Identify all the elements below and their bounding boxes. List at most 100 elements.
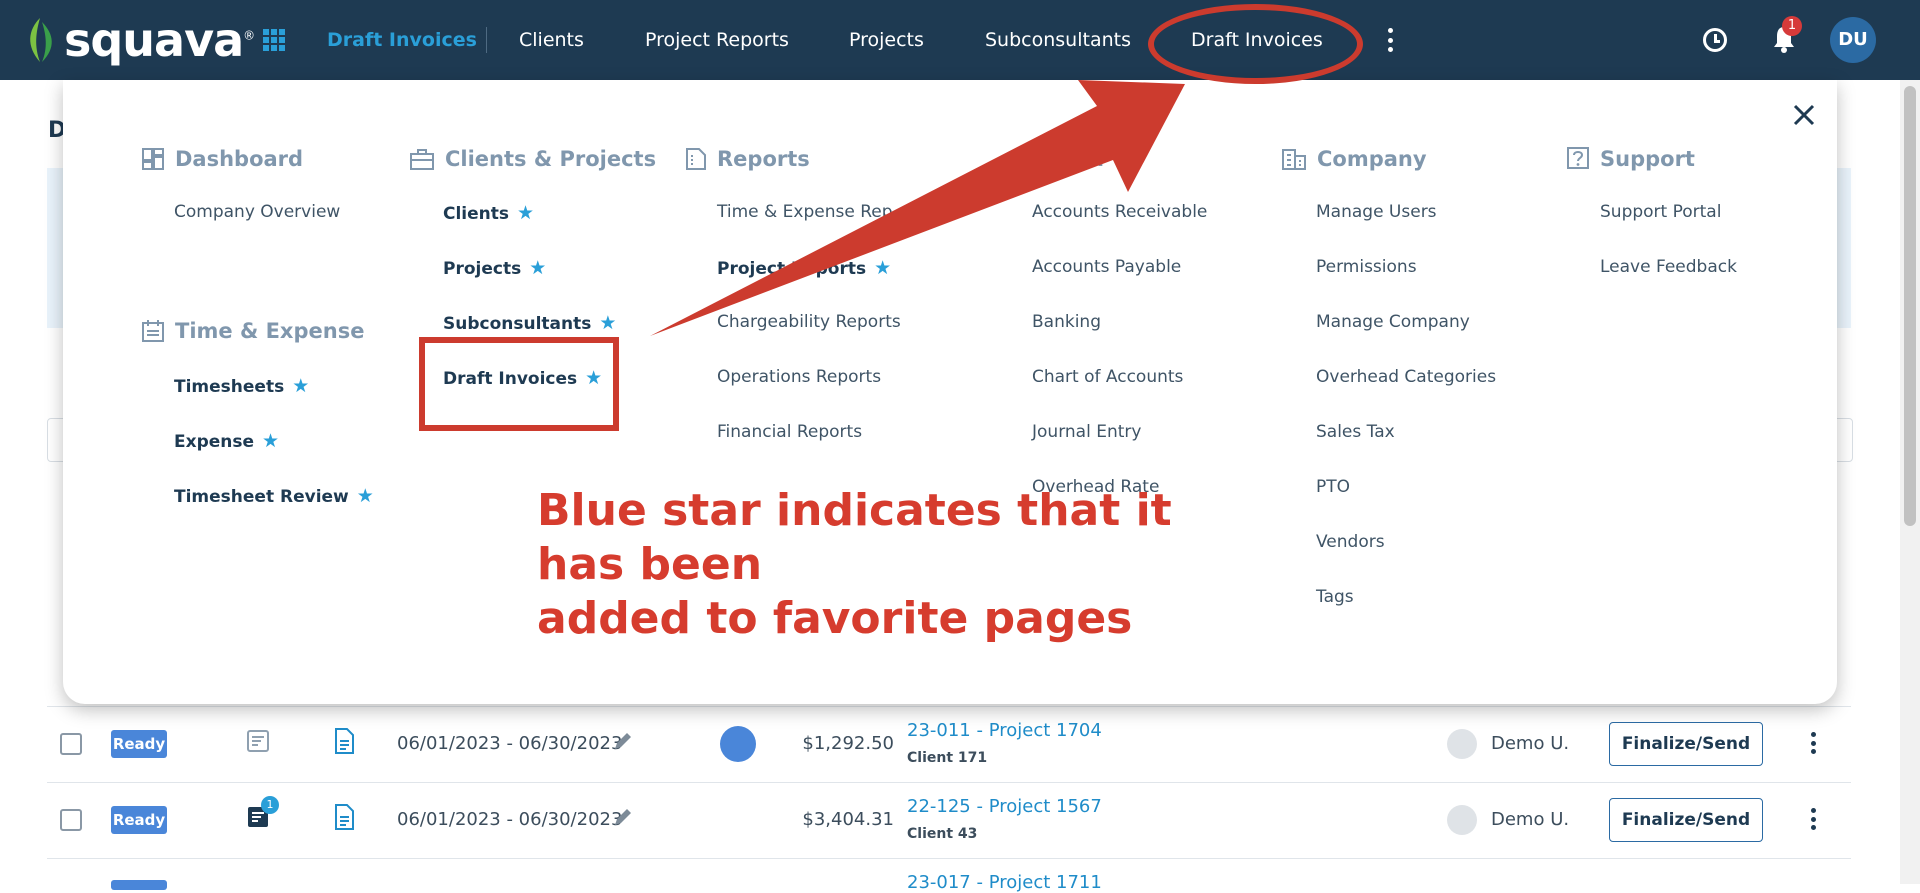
menu-item-chart-of-accounts[interactable]: Chart of Accounts — [1032, 367, 1183, 387]
menu-item-time-expense-reports[interactable]: Time & Expense Rep — [717, 202, 893, 222]
menu-section-support: Support — [1566, 144, 1695, 174]
dashboard-icon — [142, 148, 164, 170]
finalize-send-button[interactable]: Finalize/Send — [1609, 722, 1763, 766]
project-link[interactable]: 22-125 - Project 1567 — [907, 796, 1102, 817]
annotation-text: Blue star indicates that it has been add… — [537, 484, 1257, 646]
section-title: Reports — [717, 147, 810, 171]
menu-item-financial-reports[interactable]: Financial Reports — [717, 422, 862, 442]
menu-item-timesheets[interactable]: Timesheets ★ — [174, 375, 309, 397]
notification-badge: 1 — [1782, 16, 1802, 36]
project-link[interactable]: 23-011 - Project 1704 — [907, 720, 1102, 741]
menu-item-leave-feedback[interactable]: Leave Feedback — [1600, 257, 1737, 277]
menu-item-banking[interactable]: Banking — [1032, 312, 1101, 332]
nav-project-reports[interactable]: Project Reports — [645, 0, 789, 80]
menu-item-pto[interactable]: PTO — [1316, 477, 1350, 497]
user-avatar[interactable]: DU — [1830, 17, 1876, 63]
building-icon — [1282, 149, 1306, 170]
close-icon[interactable] — [1789, 100, 1819, 130]
invoice-amount: $1,292.50 — [802, 733, 894, 754]
favorite-star-icon[interactable]: ★ — [292, 375, 309, 397]
favorite-star-icon[interactable]: ★ — [357, 485, 374, 507]
logo-text: squava® — [64, 13, 255, 67]
favorite-star-icon[interactable]: ★ — [874, 257, 891, 279]
menu-item-manage-company[interactable]: Manage Company — [1316, 312, 1470, 332]
menu-item-permissions[interactable]: Permissions — [1316, 257, 1417, 277]
edit-pencil-icon[interactable] — [612, 730, 634, 752]
table-row: Ready 06/01/2023 - 06/30/2023 $1,292.50 … — [47, 706, 1851, 783]
client-name: Client 43 — [907, 826, 978, 842]
section-title: Dashboard — [175, 147, 304, 171]
menu-item-company-overview[interactable]: Company Overview — [174, 202, 340, 222]
menu-item-support-portal[interactable]: Support Portal — [1600, 202, 1721, 222]
bank-icon — [720, 726, 756, 762]
project-link[interactable]: 23-017 - Project 1711 — [907, 872, 1102, 893]
annotation-rectangle — [419, 337, 619, 431]
annotation-line-2: added to favorite pages — [537, 593, 1133, 644]
menu-section-financial: cial — [1063, 144, 1104, 174]
clock-icon[interactable] — [1703, 28, 1727, 52]
apps-grid-icon[interactable] — [263, 29, 285, 51]
section-title: Time & Expense — [175, 319, 365, 343]
document-icon[interactable] — [334, 728, 354, 754]
note-count-badge: 1 — [261, 796, 279, 814]
favorite-star-icon[interactable]: ★ — [262, 430, 279, 452]
section-title: cial — [1063, 147, 1105, 171]
calendar-icon — [142, 320, 164, 342]
help-icon — [1567, 147, 1589, 169]
menu-item-project-reports[interactable]: Project Reports ★ — [717, 257, 891, 279]
squava-logo[interactable]: squava® — [24, 12, 255, 68]
status-badge — [111, 880, 167, 890]
menu-item-operations-reports[interactable]: Operations Reports — [717, 367, 881, 387]
user-avatar-icon — [1447, 729, 1477, 759]
menu-section-time-expense: Time & Expense — [141, 316, 364, 346]
menu-item-subconsultants[interactable]: Subconsultants ★ — [443, 312, 616, 334]
nav-clients[interactable]: Clients — [519, 0, 584, 80]
menu-item-sales-tax[interactable]: Sales Tax — [1316, 422, 1395, 442]
nav-subconsultants[interactable]: Subconsultants — [985, 0, 1131, 80]
favorite-star-icon[interactable]: ★ — [599, 312, 616, 334]
menu-section-dashboard: Dashboard — [141, 144, 303, 174]
briefcase-icon — [410, 149, 434, 170]
edit-pencil-icon[interactable] — [612, 806, 634, 828]
report-icon — [686, 148, 706, 170]
favorite-star-icon[interactable]: ★ — [517, 202, 534, 224]
row-menu-icon[interactable] — [1811, 732, 1817, 754]
more-nav-icon[interactable] — [1388, 28, 1394, 52]
section-title: Support — [1600, 147, 1695, 171]
invoice-period: 06/01/2023 - 06/30/2023 — [397, 733, 623, 754]
menu-item-clients[interactable]: Clients ★ — [443, 202, 534, 224]
nav-projects[interactable]: Projects — [849, 0, 924, 80]
menu-item-accounts-receivable[interactable]: Accounts Receivable — [1032, 202, 1207, 222]
nav-divider — [486, 27, 487, 53]
menu-item-overhead-categories[interactable]: Overhead Categories — [1316, 367, 1496, 387]
menu-item-expense[interactable]: Expense ★ — [174, 430, 279, 452]
status-badge: Ready — [111, 730, 167, 758]
section-title: Company — [1317, 147, 1427, 171]
menu-item-tags[interactable]: Tags — [1316, 587, 1354, 607]
assigned-user: Demo U. — [1491, 733, 1570, 754]
row-checkbox[interactable] — [60, 733, 82, 755]
document-icon[interactable] — [334, 804, 354, 830]
favorite-star-icon[interactable]: ★ — [529, 257, 546, 279]
status-badge: Ready — [111, 806, 167, 834]
menu-item-chargeability-reports[interactable]: Chargeability Reports — [717, 312, 901, 332]
annotation-line-1: Blue star indicates that it has been — [537, 485, 1172, 590]
nav-current-page[interactable]: Draft Invoices — [327, 0, 477, 80]
menu-item-manage-users[interactable]: Manage Users — [1316, 202, 1437, 222]
menu-item-projects[interactable]: Projects ★ — [443, 257, 546, 279]
menu-item-vendors[interactable]: Vendors — [1316, 532, 1385, 552]
scrollbar-thumb[interactable] — [1904, 86, 1916, 526]
menu-item-timesheet-review[interactable]: Timesheet Review ★ — [174, 485, 374, 507]
menu-item-accounts-payable[interactable]: Accounts Payable — [1032, 257, 1181, 277]
annotation-ellipse — [1148, 4, 1363, 84]
table-row: Ready 1 06/01/2023 - 06/30/2023 $3,404.3… — [47, 782, 1851, 859]
section-title: Clients & Projects — [445, 147, 657, 171]
row-checkbox[interactable] — [60, 809, 82, 831]
row-menu-icon[interactable] — [1811, 808, 1817, 830]
menu-section-company: Company — [1281, 144, 1427, 174]
note-icon[interactable] — [247, 730, 269, 754]
invoice-period: 06/01/2023 - 06/30/2023 — [397, 809, 623, 830]
finalize-send-button[interactable]: Finalize/Send — [1609, 798, 1763, 842]
invoice-amount: $3,404.31 — [802, 809, 894, 830]
menu-item-journal-entry[interactable]: Journal Entry — [1032, 422, 1141, 442]
